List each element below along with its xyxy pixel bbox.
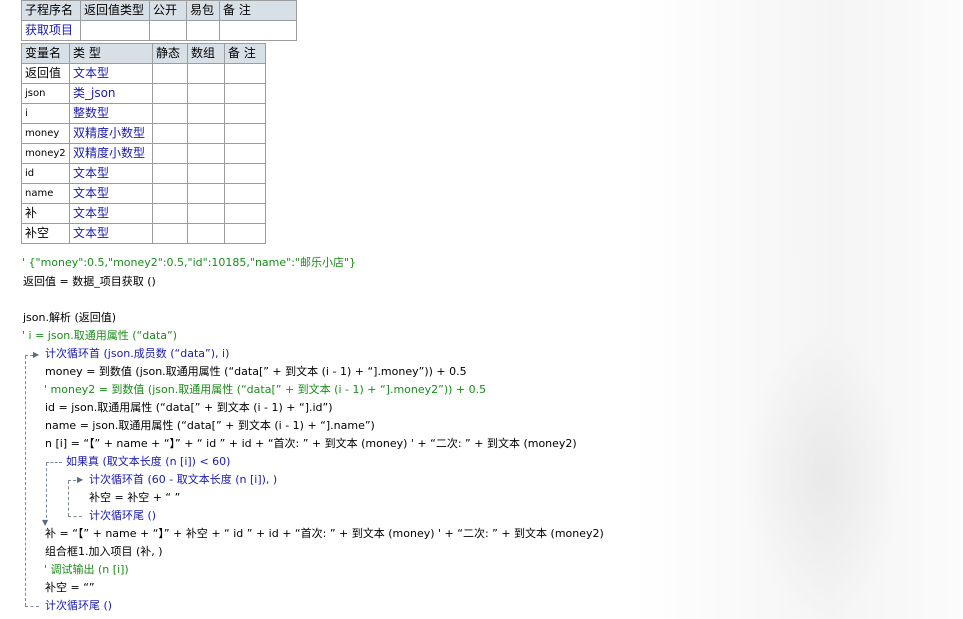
- code-line-parse[interactable]: json.解析 (返回值): [23, 309, 116, 327]
- if-guide-top: [46, 462, 62, 463]
- code-line-combo-add[interactable]: 组合框1.加入项目 (补, ): [45, 543, 163, 561]
- inner-loop-guide-bottom: [68, 516, 82, 517]
- code-line-inner-loop-end[interactable]: 计次循环尾 (): [89, 507, 156, 525]
- code-line-comment-debug[interactable]: ' 调试输出 (n [i]): [44, 561, 129, 579]
- loop-arrow-icon: ▶: [33, 350, 40, 359]
- inner-loop-guide: [68, 481, 69, 516]
- inner-loop-arrow-icon: ▶: [77, 475, 84, 484]
- code-line-id[interactable]: id = json.取通用属性 (“data[” + 到文本 (i - 1) +…: [45, 399, 333, 417]
- code-line-money[interactable]: money = 到数值 (json.取通用属性 (“data[” + 到文本 (…: [45, 363, 467, 381]
- code-editor: ▶ ▼ ▶ ' {"money":0.5,"money2":0.5,"id":1…: [0, 0, 963, 619]
- code-line-return[interactable]: 返回值 = 数据_项目获取 (): [23, 273, 156, 291]
- loop-guide-outer-top: [25, 355, 33, 356]
- code-line-bu[interactable]: 补 = “【” + name + “】” + 补空 + “ id ” + id …: [45, 525, 604, 543]
- code-line-loop-end[interactable]: 计次循环尾 (): [45, 597, 112, 615]
- code-line-comment-money2[interactable]: ' money2 = 到数值 (json.取通用属性 (“data[” + 到文…: [44, 381, 486, 399]
- code-line-pad[interactable]: 补空 = 补空 + “ ”: [89, 489, 180, 507]
- code-line-inner-loop-start[interactable]: 计次循环首 (60 - 取文本长度 (n [i]), ): [89, 471, 277, 489]
- code-line-comment-i[interactable]: ' i = json.取通用属性 (“data”): [22, 327, 177, 345]
- code-line-loop-start[interactable]: 计次循环首 (json.成员数 (“data”), i): [45, 345, 229, 363]
- code-line-name[interactable]: name = json.取通用属性 (“data[” + 到文本 (i - 1)…: [45, 417, 375, 435]
- code-line-reset[interactable]: 补空 = “”: [45, 579, 95, 597]
- code-line-n[interactable]: n [i] = “【” + name + “】” + “ id ” + id +…: [45, 435, 577, 453]
- inner-loop-guide-top: [68, 480, 76, 481]
- code-line-if[interactable]: 如果真 (取文本长度 (n [i]) < 60): [66, 453, 230, 471]
- code-line-comment-json[interactable]: ' {"money":0.5,"money2":0.5,"id":10185,"…: [22, 254, 356, 272]
- loop-guide-outer: [25, 356, 26, 606]
- if-guide: [46, 463, 47, 523]
- loop-guide-outer-bottom: [25, 606, 39, 607]
